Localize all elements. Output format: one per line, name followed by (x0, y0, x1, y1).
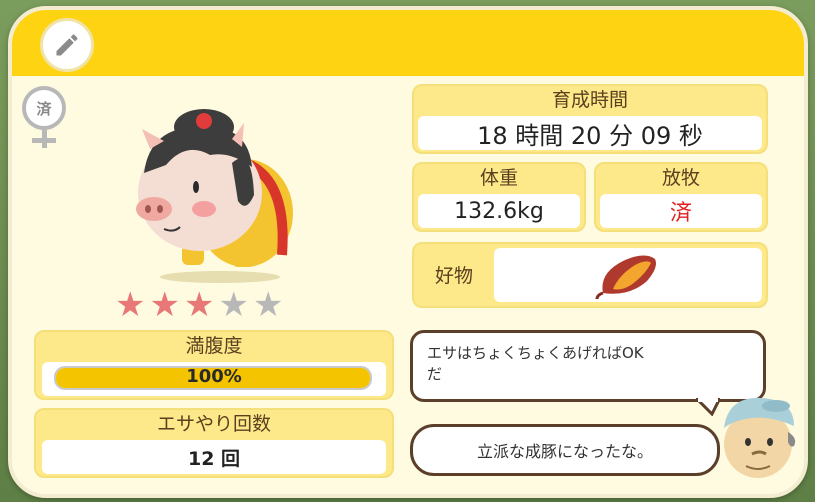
grazing-value: 済 (600, 194, 762, 228)
fullness-label: 満腹度 (185, 335, 243, 357)
weight-label: 体重 (479, 167, 518, 189)
fullness-value: 100% (186, 366, 242, 387)
farmer-avatar (724, 397, 796, 478)
shipped-badge: 済 (18, 86, 70, 152)
favorite-value-box (494, 248, 762, 302)
card-header (12, 10, 804, 76)
star-icon: ★ (149, 285, 180, 325)
shipped-mark-label: 済 (22, 86, 66, 130)
growth-time-value: 18 時間 20 分 09 秒 (418, 116, 762, 150)
star-icon: ★ (183, 285, 215, 325)
favorite-label: 好物 (434, 265, 473, 287)
comment-speech-bubble: 立派な成豚になったな。 (410, 424, 720, 476)
weight-panel: 体重 132.6kg (412, 162, 586, 232)
grazing-label: 放牧 (661, 167, 700, 189)
fullness-panel: 満腹度 100% (34, 330, 394, 400)
favorite-panel: 好物 (412, 242, 768, 308)
fullness-gauge-box: 100% (42, 362, 386, 396)
rating-stars: ★ ★ ★ ★ ★ (115, 288, 283, 322)
feedings-panel: エサやり回数 12 回 (34, 408, 394, 478)
pig-illustration (136, 109, 293, 283)
grazing-panel: 放牧 済 (594, 162, 768, 232)
feedings-value: 12 回 (42, 440, 386, 474)
female-symbol-icon (32, 130, 56, 148)
pencil-icon (56, 34, 78, 56)
edit-button[interactable] (40, 18, 94, 72)
star-icon: ★ (252, 285, 284, 325)
feedings-label: エサやり回数 (156, 413, 271, 435)
weight-value: 132.6kg (418, 194, 580, 228)
growth-time-panel: 育成時間 18 時間 20 分 09 秒 (412, 84, 768, 154)
growth-time-label: 育成時間 (551, 89, 628, 111)
star-icon: ★ (115, 285, 146, 325)
star-icon: ★ (218, 285, 249, 325)
sweet-potato-icon (595, 255, 656, 300)
